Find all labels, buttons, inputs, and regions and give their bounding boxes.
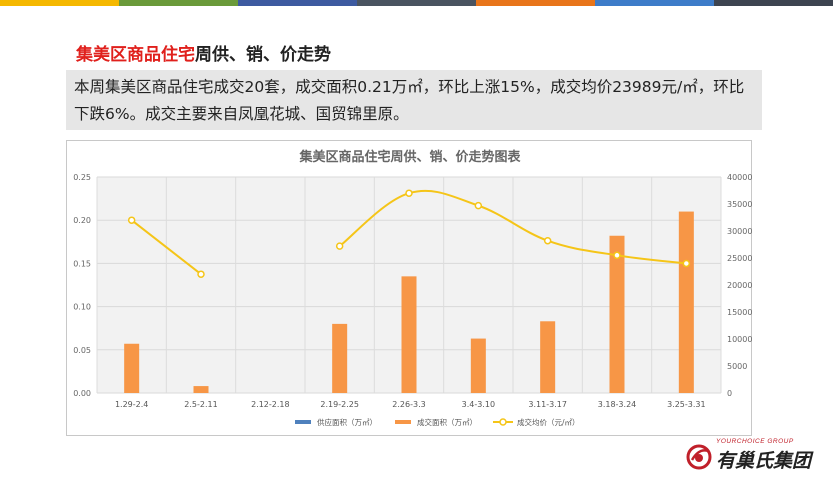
x-tick-label: 3.25-3.31: [667, 400, 706, 409]
x-tick-label: 3.11-3.17: [528, 400, 567, 409]
legend-swatch: [395, 420, 411, 424]
page-title-rest: 周供、销、价走势: [195, 45, 331, 65]
company-logo: YOURCHOICE GROUP 有巢氏集团: [684, 436, 824, 476]
top-bar-segment: [0, 0, 119, 6]
y-left-tick-label: 0.15: [73, 259, 91, 268]
price-point: [613, 251, 621, 260]
price-point: [127, 216, 136, 224]
legend-label: 供应面积（万㎡）: [317, 417, 377, 427]
x-tick-label: 2.12-2.18: [251, 400, 290, 409]
bar-deal-area: [401, 276, 417, 393]
top-bar-segment: [714, 0, 833, 6]
x-tick-label: 2.19-2.25: [320, 400, 359, 409]
price-point: [543, 236, 552, 245]
x-tick-label: 3.4-3.10: [462, 400, 495, 409]
y-left-tick-label: 0.00: [73, 389, 91, 398]
summary-text: 本周集美区商品住宅成交20套，成交面积0.21万㎡，环比上涨15%，成交均价23…: [74, 78, 745, 123]
y-right-tick-label: 0: [727, 389, 732, 398]
chart-container: 集美区商品住宅周供、销、价走势图表 0.00 0.05 0.10 0.15 0.20 0.2…: [66, 140, 752, 436]
summary-box: 本周集美区商品住宅成交20套，成交面积0.21万㎡，环比上涨15%，成交均价23…: [66, 70, 762, 130]
logo-subtitle: YOURCHOICE GROUP: [716, 438, 794, 445]
bar-deal-area: [332, 323, 348, 393]
legend-swatch: [295, 420, 311, 424]
bar-deal-area: [678, 211, 694, 393]
x-tick-label: 1.29-2.4: [115, 400, 148, 409]
y-left-tick-label: 0.10: [73, 303, 91, 312]
page-title-accent: 集美区商品住宅: [76, 45, 195, 65]
bar-deal-area: [470, 338, 486, 393]
y-right-tick-label: 30000: [727, 227, 752, 236]
bar-deal-area: [540, 321, 556, 393]
x-tick-label: 2.5-2.11: [184, 400, 217, 409]
y-right-tick-label: 35000: [727, 200, 752, 209]
y-right-tick-label: 20000: [727, 281, 752, 290]
top-bar-segment: [595, 0, 714, 6]
x-tick-label: 2.26-3.3: [392, 400, 425, 409]
bar-deal-area: [193, 386, 209, 393]
logo-mark-icon: [686, 444, 712, 470]
bar-deal-area: [609, 235, 625, 393]
y-right-tick-label: 5000: [727, 362, 747, 371]
logo-name: 有巢氏集团: [716, 450, 812, 472]
y-right-tick-label: 10000: [727, 335, 752, 344]
price-point: [405, 189, 413, 197]
y-right-tick-label: 15000: [727, 308, 752, 317]
price-point: [335, 242, 344, 250]
top-bar-segment: [119, 0, 238, 6]
top-bar-segment: [357, 0, 476, 6]
legend-label: 成交面积（万㎡）: [417, 417, 477, 427]
price-point: [197, 270, 205, 278]
y-right-tick-label: 25000: [727, 254, 752, 263]
y-left-tick-label: 0.05: [73, 346, 91, 355]
price-point: [682, 259, 691, 268]
page-title: 集美区商品住宅周供、销、价走势: [76, 40, 331, 65]
y-left-tick-label: 0.20: [73, 216, 91, 225]
legend-swatch-marker: [499, 418, 507, 426]
price-point: [474, 201, 483, 210]
x-tick-label: 3.18-3.24: [598, 400, 637, 409]
trend-chart: 集美区商品住宅周供、销、价走势图表 0.00 0.05 0.10 0.15 0.20 0.2…: [73, 149, 752, 427]
chart-title: 集美区商品住宅周供、销、价走势图表: [298, 149, 521, 165]
y-left-tick-label: 0.25: [73, 173, 91, 182]
legend-label: 成交均价（元/㎡）: [517, 417, 580, 427]
top-color-bar: [0, 0, 833, 6]
bar-deal-area: [124, 343, 140, 393]
top-bar-segment: [238, 0, 357, 6]
top-bar-segment: [476, 0, 595, 6]
y-right-tick-label: 40000: [727, 173, 752, 182]
